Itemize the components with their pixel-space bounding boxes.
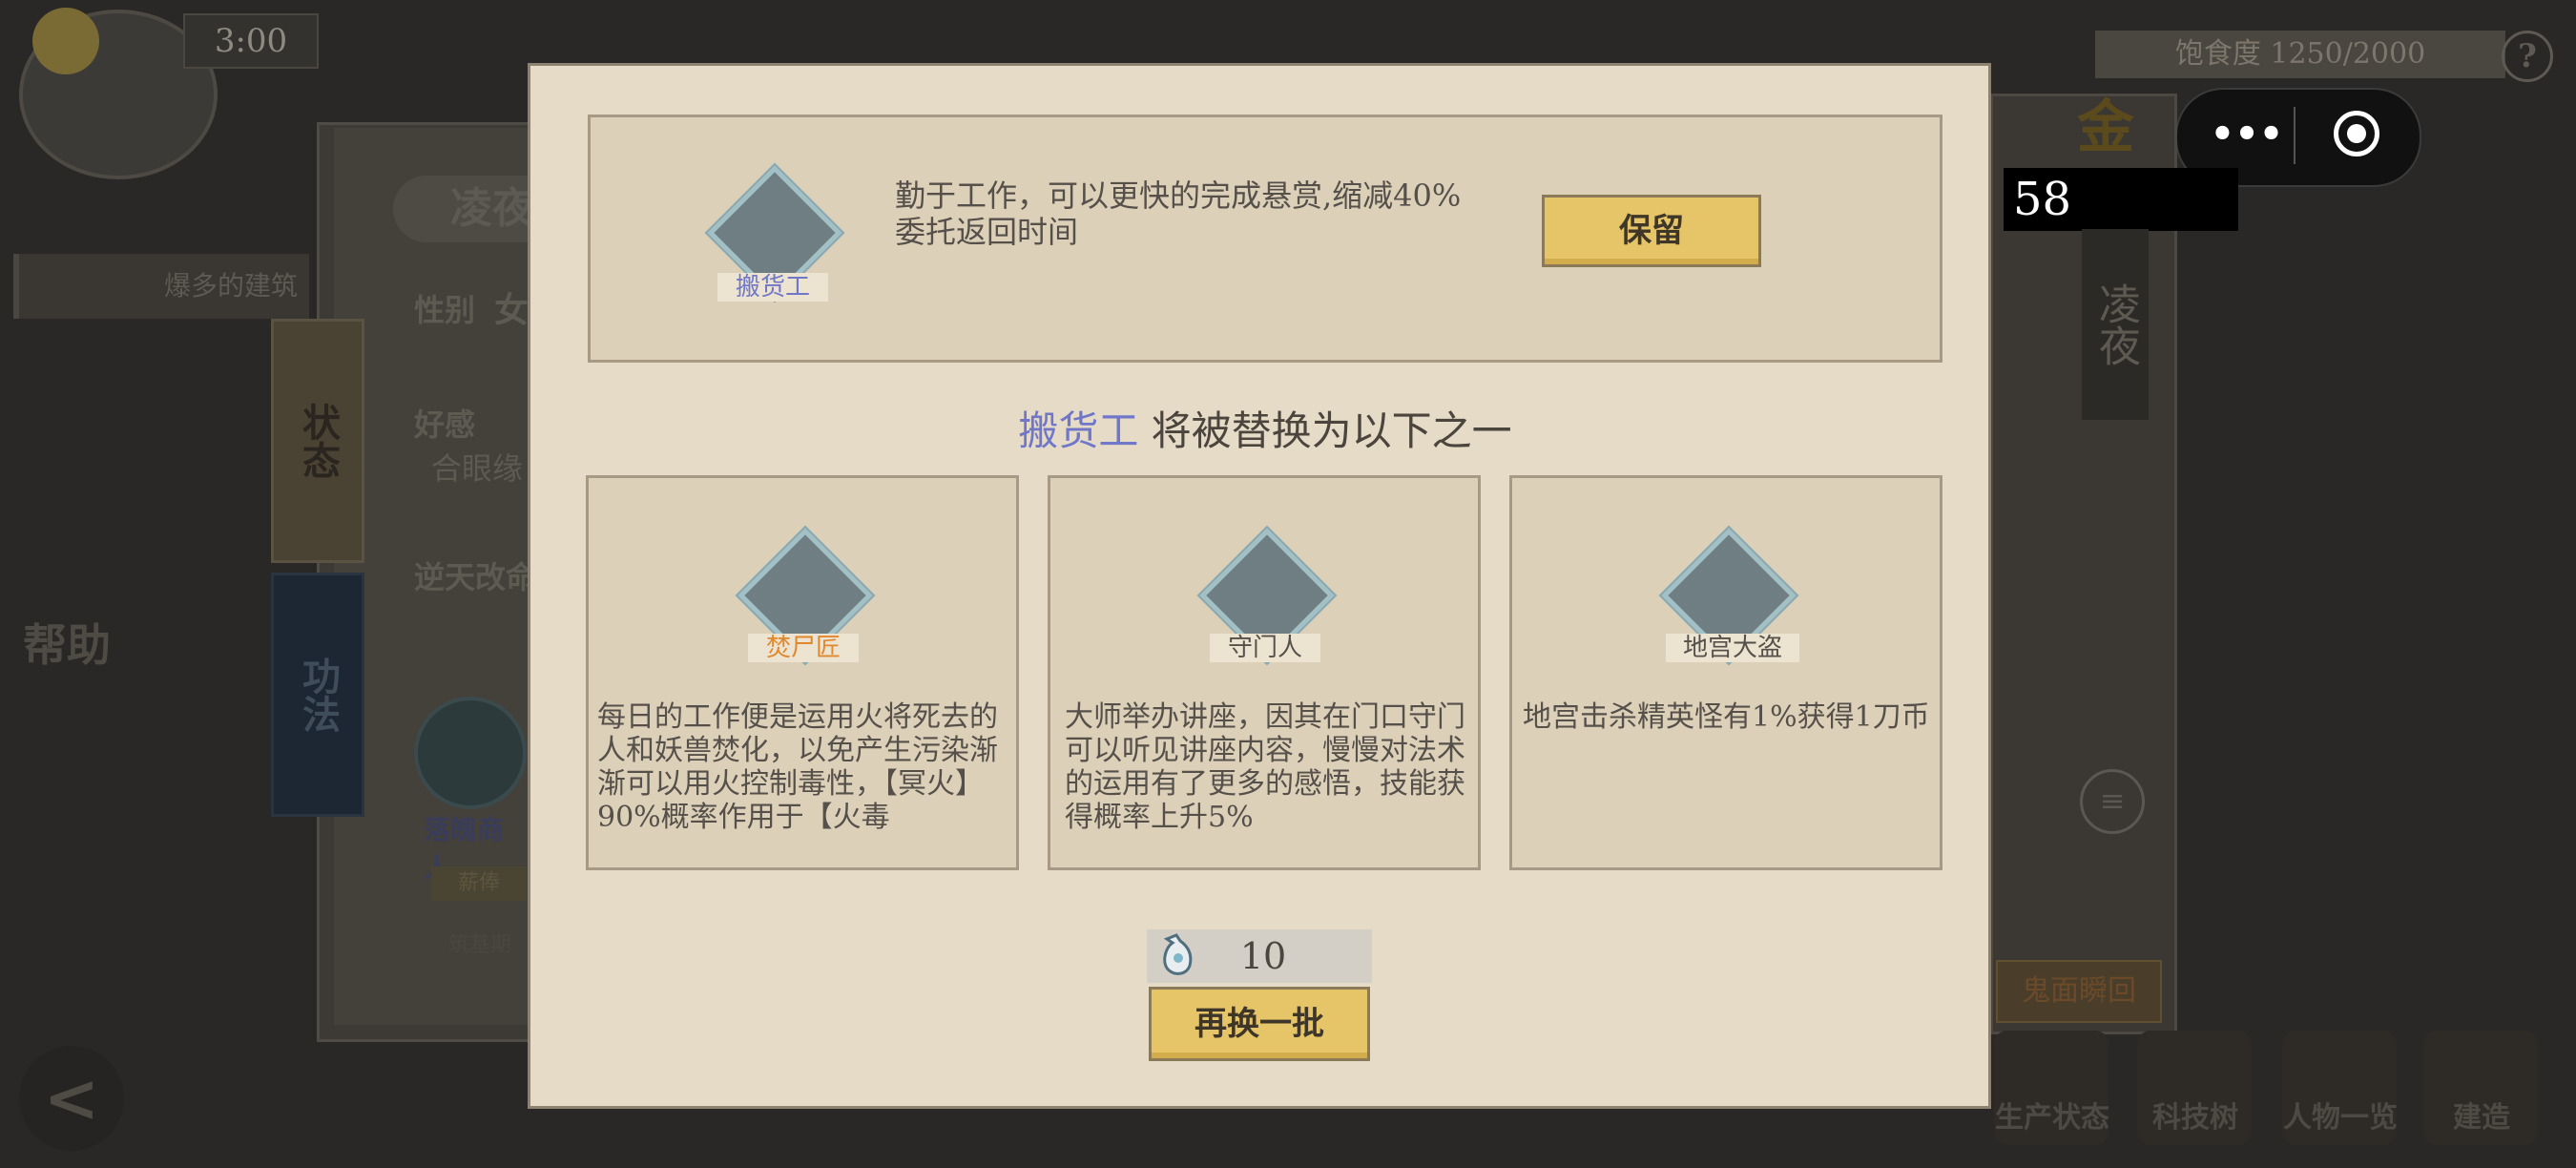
gold-emblem: 金: [2077, 94, 2134, 161]
nav-build[interactable]: 建造: [2410, 1094, 2553, 1135]
replace-headline: 搬货工 将被替换为以下之一: [588, 399, 1942, 456]
current-skill-description: 勤于工作，可以更快的完成悬赏,缩减40%委托返回时间: [895, 177, 1462, 250]
option-1-description: 每日的工作便是运用火将死去的人和妖兽焚化，以免产生污染渐渐可以用火控制毒性，【冥…: [597, 700, 998, 834]
option-2-name: 守门人: [1210, 634, 1320, 662]
help-question-icon[interactable]: ?: [2502, 31, 2553, 82]
back-arrow-icon[interactable]: <: [19, 1046, 124, 1151]
merchant-portrait[interactable]: [414, 697, 527, 809]
time-display: 3:00: [183, 13, 319, 69]
nav-production-status[interactable]: 生产状态: [1981, 1094, 2124, 1135]
headline-text: 将被替换为以下之一: [1138, 407, 1512, 454]
ghost-mask-button[interactable]: 鬼面瞬回: [1996, 960, 2162, 1023]
nav-tech-tree[interactable]: 科技树: [2124, 1094, 2267, 1135]
favor-label: 好感: [414, 407, 476, 443]
refresh-cost-amount: 10: [1239, 935, 1287, 977]
refresh-button[interactable]: 再换一批: [1149, 987, 1370, 1061]
option-1-name: 焚尸匠: [748, 634, 859, 662]
more-menu-icon[interactable]: •••: [2204, 111, 2290, 158]
close-target-icon-center: [2347, 124, 2366, 143]
option-3-description: 地宫击杀精英怪有1%获得1刀币: [1523, 700, 1930, 734]
realm-text: 筑基期: [448, 933, 512, 957]
satiety-bar: 饱食度 1250/2000: [2095, 31, 2505, 78]
fate-label: 逆天改命: [414, 559, 537, 595]
current-skill-name-text: 搬货工: [735, 273, 810, 302]
spirit-pouch-svg: [1163, 933, 1193, 975]
gender-label: 性别: [414, 292, 476, 328]
sun-icon: [32, 8, 99, 74]
menu-icon[interactable]: ≡: [2080, 769, 2145, 834]
keep-button[interactable]: 保留: [1542, 195, 1761, 267]
help-button[interactable]: 帮助: [23, 611, 128, 678]
current-skill-name: 搬货工: [717, 273, 828, 302]
gender-value: 女: [494, 290, 530, 330]
salary-tag: 薪俸: [431, 866, 527, 901]
resource-counter: 58: [2004, 168, 2238, 231]
headline-skill-name: 搬货工: [1018, 407, 1139, 454]
favor-value: 合眼缘: [431, 450, 524, 487]
nav-character-list[interactable]: 人物一览: [2269, 1094, 2412, 1135]
character-name-vertical: 凌夜: [2082, 229, 2149, 420]
option-2-description: 大师举办讲座，因其在门口守门可以听见讲座内容，慢慢对法术的运用有了更多的感悟，技…: [1065, 700, 1465, 834]
spirit-pouch-icon: [1154, 931, 1202, 979]
tab-state[interactable]: 状态: [271, 319, 364, 563]
tab-gongfa[interactable]: 功法: [271, 573, 364, 817]
option-3-name: 地宫大盗: [1666, 634, 1799, 662]
building-banner: 爆多的建筑: [13, 254, 309, 319]
capsule-divider: [2294, 107, 2296, 164]
